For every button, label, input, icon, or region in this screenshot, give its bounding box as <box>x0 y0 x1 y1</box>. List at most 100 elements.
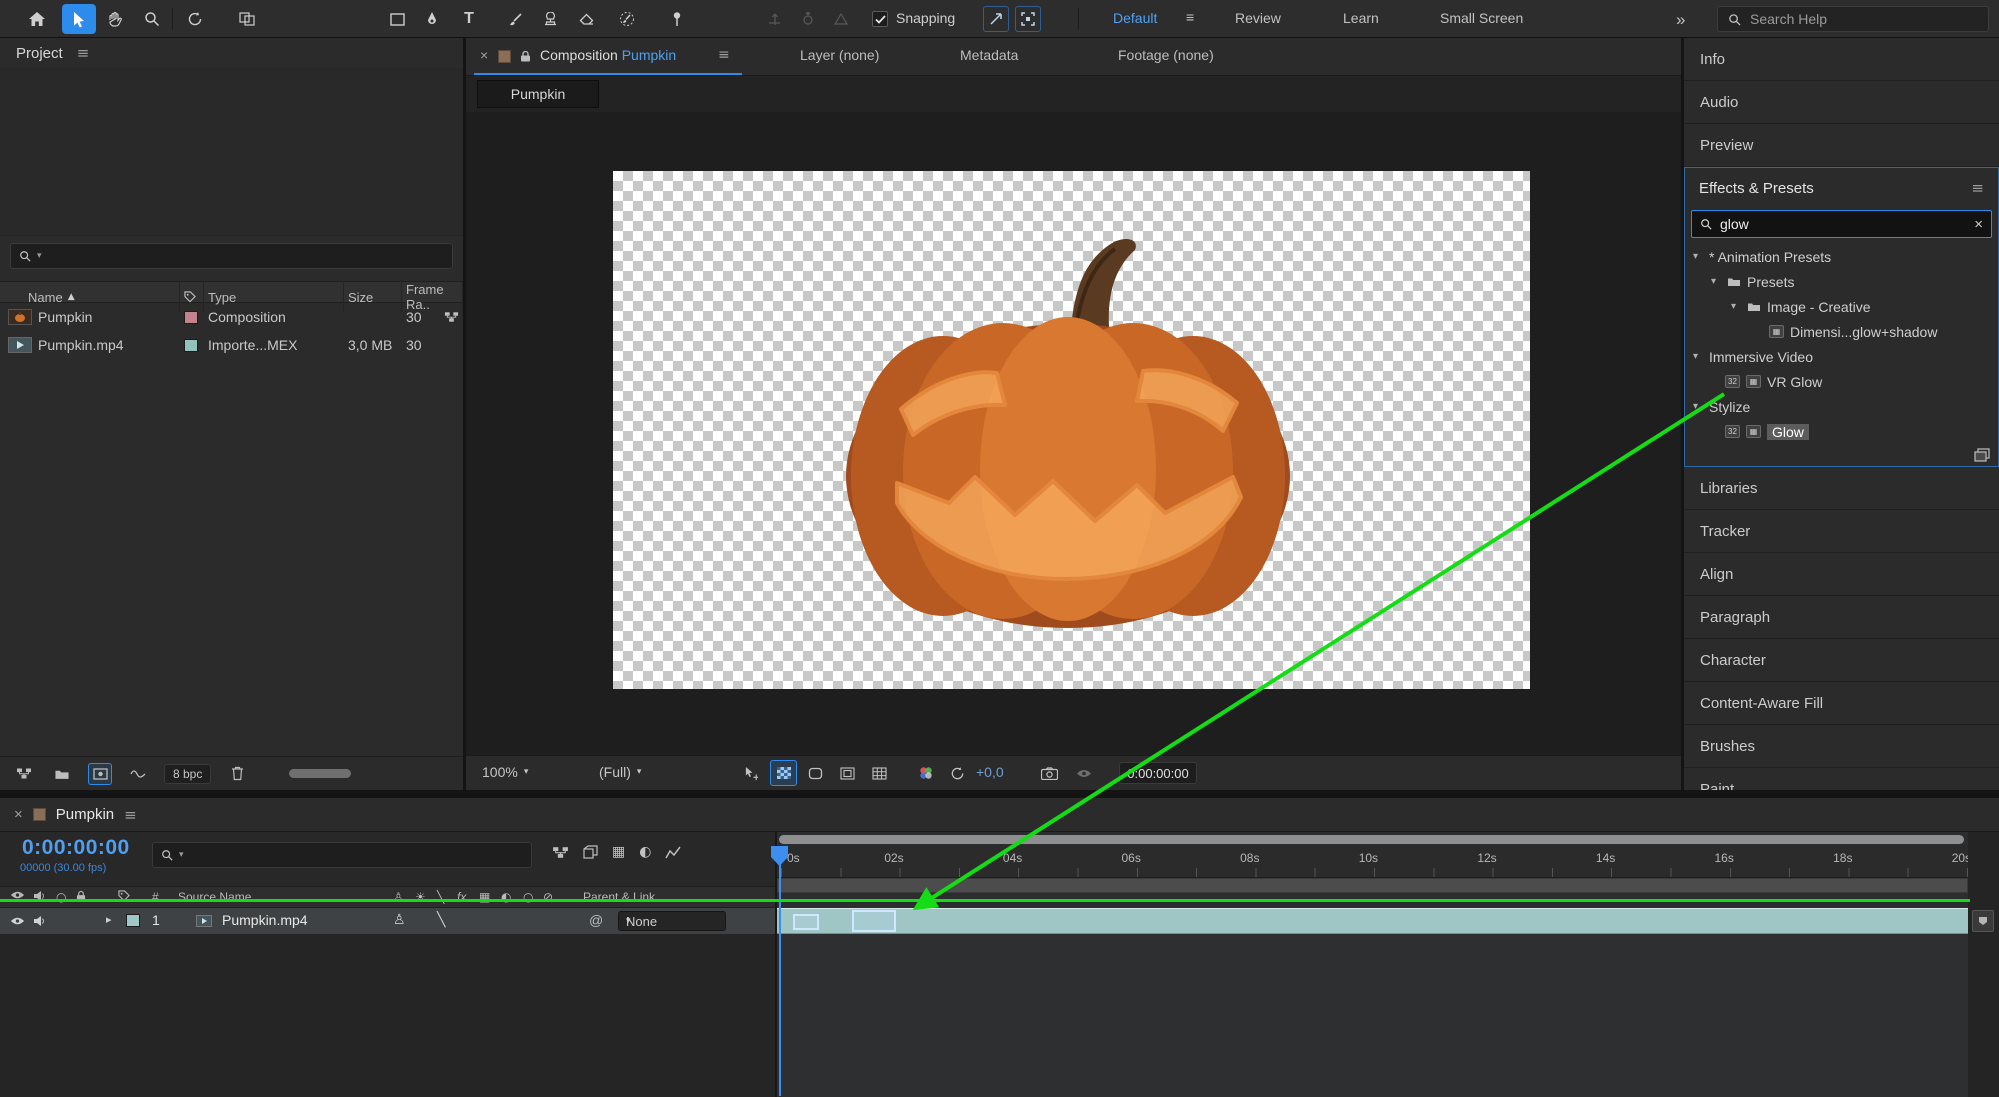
tree-item-glow[interactable]: 32 ▦ Glow <box>1685 419 1998 444</box>
workspace-overflow-chevrons[interactable]: » <box>1676 10 1685 30</box>
panel-tab-align[interactable]: Align <box>1684 553 1999 596</box>
graph-editor-icon[interactable] <box>665 844 682 860</box>
reset-exposure-icon[interactable] <box>944 760 971 786</box>
layer-duration-bar[interactable] <box>777 908 1968 934</box>
label-swatch[interactable] <box>184 310 198 324</box>
layer-row[interactable]: ▸ 1 Pumpkin.mp4 ♙ ╲ @ None ▾ <box>0 908 775 934</box>
project-flowchart-icon[interactable] <box>12 763 36 785</box>
workspace-small-screen[interactable]: Small Screen <box>1440 10 1523 26</box>
pan-behind-tool-icon[interactable] <box>230 4 264 34</box>
layer-name[interactable]: Pumpkin.mp4 <box>222 912 308 928</box>
new-folder-icon[interactable] <box>50 763 74 785</box>
timeline-tab-composition[interactable]: Pumpkin <box>56 806 114 823</box>
region-of-interest-icon[interactable] <box>738 760 765 786</box>
rectangle-tool-icon[interactable] <box>380 4 414 34</box>
panel-tab-tracker[interactable]: Tracker <box>1684 510 1999 553</box>
column-name[interactable]: Name ▲ <box>0 282 180 312</box>
timeline-search-input[interactable]: ▾ <box>152 842 532 868</box>
project-search-input[interactable]: ▾ <box>10 243 453 269</box>
current-timecode[interactable]: 0:00:00:00 <box>22 836 130 860</box>
type-tool-icon[interactable]: T <box>452 4 486 34</box>
panel-menu-icon[interactable]: ≡ <box>718 47 730 63</box>
anchor-switch-icon[interactable]: ♙ <box>393 912 406 928</box>
pick-whip-icon[interactable]: @ <box>589 912 603 928</box>
tab-layer[interactable]: Layer (none) <box>800 47 879 63</box>
snap-option-2-icon[interactable] <box>1015 6 1041 32</box>
magnification-dropdown[interactable]: 100% ▾ <box>482 764 528 780</box>
snapshot-camera-icon[interactable] <box>1036 760 1063 786</box>
motion-blur-icon[interactable]: ◐ <box>639 844 651 860</box>
composition-breadcrumb-button[interactable]: Pumpkin <box>477 80 599 108</box>
panel-tab-brushes[interactable]: Brushes <box>1684 725 1999 768</box>
tree-item-image-creative[interactable]: ▾ Image - Creative <box>1685 294 1998 319</box>
label-swatch[interactable] <box>184 338 198 352</box>
orbit-camera-tool-icon[interactable] <box>178 4 212 34</box>
preview-timecode[interactable]: 0:00:00:00 <box>1119 762 1197 784</box>
panel-tab-paint[interactable]: Paint <box>1684 768 1999 790</box>
close-icon[interactable]: × <box>480 47 488 63</box>
effects-search-input[interactable]: glow × <box>1691 210 1992 238</box>
pen-tool-icon[interactable] <box>415 4 449 34</box>
expand-layer-icon[interactable]: ▸ <box>106 913 112 926</box>
brush-tool-icon[interactable] <box>498 4 532 34</box>
trash-icon[interactable] <box>225 763 249 785</box>
panel-tab-content-aware-fill[interactable]: Content-Aware Fill <box>1684 682 1999 725</box>
workspace-learn[interactable]: Learn <box>1343 10 1379 26</box>
project-row-footage[interactable]: Pumpkin.mp4 Importe...MEX 3,0 MB 30 <box>0 331 463 359</box>
puppet-pin-tool-icon[interactable] <box>660 4 694 34</box>
snap-option-1-icon[interactable] <box>983 6 1009 32</box>
draft-3d-icon[interactable] <box>583 844 598 860</box>
roto-brush-tool-icon[interactable] <box>610 4 644 34</box>
clear-search-icon[interactable]: × <box>1974 216 1983 233</box>
frame-blending-icon[interactable]: ▦ <box>612 844 625 860</box>
composition-canvas-transparency-grid[interactable] <box>613 171 1530 689</box>
audio-icon[interactable] <box>33 915 46 927</box>
panel-tab-libraries[interactable]: Libraries <box>1684 467 1999 510</box>
workspace-review[interactable]: Review <box>1235 10 1281 26</box>
panel-menu-icon[interactable]: ≡ <box>77 44 90 62</box>
panel-tab-character[interactable]: Character <box>1684 639 1999 682</box>
hand-tool-icon[interactable] <box>98 4 132 34</box>
column-frame-rate[interactable]: Frame Ra.. <box>402 282 463 312</box>
effects-panel-header[interactable]: Effects & Presets ≡ <box>1685 168 1998 208</box>
clone-stamp-tool-icon[interactable] <box>533 4 567 34</box>
layer-label-swatch[interactable] <box>126 914 140 927</box>
new-composition-icon[interactable] <box>88 762 112 785</box>
comp-marker-bin-icon[interactable] <box>1972 910 1994 932</box>
panel-options-icon[interactable] <box>1974 448 1990 462</box>
column-size[interactable]: Size <box>344 282 402 312</box>
mask-visibility-icon[interactable] <box>802 760 829 786</box>
tab-composition[interactable]: Composition Pumpkin <box>540 47 676 63</box>
panel-tab-info[interactable]: Info <box>1684 38 1999 81</box>
resolution-dropdown[interactable]: (Full) ▾ <box>599 764 641 780</box>
selection-tool-icon[interactable] <box>62 4 96 34</box>
transparency-grid-toggle-icon[interactable] <box>770 760 797 786</box>
lock-icon[interactable] <box>520 50 531 63</box>
color-depth-icon[interactable] <box>126 763 150 785</box>
parent-dropdown[interactable]: None ▾ <box>618 911 726 931</box>
bpc-button[interactable]: 8 bpc <box>164 763 212 784</box>
chevron-down-icon[interactable]: ▾ <box>1711 276 1721 287</box>
panel-tab-audio[interactable]: Audio <box>1684 81 1999 124</box>
help-search-input[interactable]: Search Help <box>1717 6 1989 32</box>
panel-tab-preview[interactable]: Preview <box>1684 124 1999 167</box>
mini-flowchart-icon[interactable] <box>552 844 569 860</box>
home-icon[interactable] <box>20 4 54 34</box>
eraser-tool-icon[interactable] <box>570 4 604 34</box>
chevron-down-icon[interactable]: ▾ <box>1693 401 1703 412</box>
playhead-line[interactable] <box>779 846 781 1096</box>
zoom-tool-icon[interactable] <box>135 4 169 34</box>
grid-options-icon[interactable] <box>866 760 893 786</box>
tree-item-immersive-video[interactable]: ▾ Immersive Video <box>1685 344 1998 369</box>
tree-item-vr-glow[interactable]: 32 ▦ VR Glow <box>1685 369 1998 394</box>
chevron-down-icon[interactable]: ▾ <box>1693 351 1703 362</box>
tab-metadata[interactable]: Metadata <box>960 47 1018 63</box>
channel-flower-icon[interactable] <box>912 760 939 786</box>
column-label[interactable] <box>180 282 204 312</box>
horizontal-scrollbar-thumb[interactable] <box>289 769 352 778</box>
chevron-down-icon[interactable]: ▾ <box>1731 301 1741 312</box>
workspace-default[interactable]: Default <box>1113 10 1157 26</box>
exposure-offset-value[interactable]: +0,0 <box>976 764 1004 780</box>
snapping-checkbox[interactable] <box>872 11 888 27</box>
guides-frame-icon[interactable] <box>834 760 861 786</box>
